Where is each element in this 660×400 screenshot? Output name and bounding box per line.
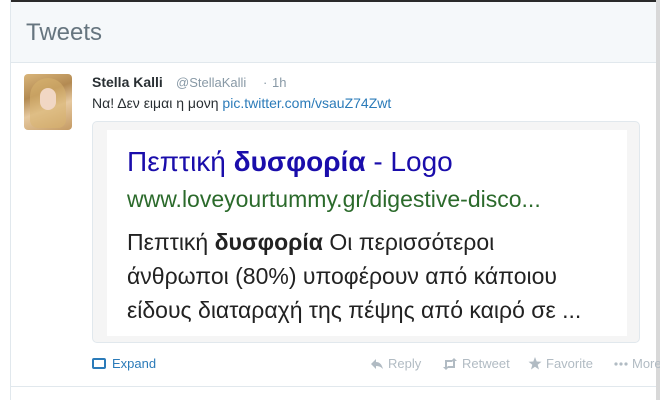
right-scroll-edge xyxy=(656,0,660,400)
meta-separator: · xyxy=(263,75,268,90)
card-title-part2: - Logo xyxy=(373,146,453,177)
reply-button[interactable]: Reply xyxy=(370,356,421,371)
favorite-label: Favorite xyxy=(546,356,593,371)
card-desc-line-2: άνθρωποι (80%) υποφέρουν από κάποιου xyxy=(127,263,557,289)
avatar-face xyxy=(40,88,56,110)
card-desc-part2: Οι περισσότεροι xyxy=(329,229,495,255)
card-url: www.loveyourtummy.gr/digestive-disco... xyxy=(127,186,541,212)
author-name[interactable]: Stella Kalli xyxy=(92,74,163,90)
retweet-label: Retweet xyxy=(462,356,510,371)
card-title-bold: δυσφορία xyxy=(233,146,366,177)
left-gutter xyxy=(0,0,11,400)
favorite-button[interactable]: Favorite xyxy=(528,356,593,371)
card-desc-line-1: Πεπτική δυσφορία Οι περισσότεροι xyxy=(127,225,627,259)
photo-icon xyxy=(92,358,106,369)
more-label: More xyxy=(632,356,660,371)
tweet-body: Να! Δεν ειμαι η μονη xyxy=(92,95,219,111)
tweet-media-link[interactable]: pic.twitter.com/vsauZ74Zwt xyxy=(222,95,391,111)
reply-label: Reply xyxy=(388,356,422,371)
retweet-button[interactable]: Retweet xyxy=(442,356,510,371)
card-desc-bold: δυσφορία xyxy=(214,229,323,255)
star-icon xyxy=(528,357,542,370)
expand-button[interactable]: Expand xyxy=(92,356,156,371)
card-desc-line-3: είδους διαταραχή της πέψης από καιρό σε … xyxy=(127,297,582,323)
tweet-text: Να! Δεν ειμαι η μονη pic.twitter.com/vsa… xyxy=(92,95,391,111)
author-handle[interactable]: @StellaKalli xyxy=(176,75,246,90)
card-title: Πεπτική δυσφορία - Logo xyxy=(127,146,453,178)
tweet-media-preview[interactable]: Πεπτική δυσφορία - Logo www.loveyourtumm… xyxy=(92,121,640,343)
card-desc-part1: Πεπτική xyxy=(127,229,209,255)
avatar[interactable] xyxy=(24,74,72,130)
tweet-divider xyxy=(11,386,656,387)
more-button[interactable]: More xyxy=(614,356,660,371)
page-title: Tweets xyxy=(26,19,103,46)
expand-label: Expand xyxy=(112,356,157,371)
reply-icon xyxy=(371,359,383,369)
retweet-icon xyxy=(443,358,457,370)
more-icon xyxy=(614,362,628,366)
timeline-header: Tweets xyxy=(11,2,656,63)
media-card: Πεπτική δυσφορία - Logo www.loveyourtumm… xyxy=(107,130,627,336)
tweet-timestamp[interactable]: 1h xyxy=(272,75,286,90)
card-description: Πεπτική δυσφορία Οι περισσότεροι άνθρωπο… xyxy=(127,225,627,327)
tweet-actions: Expand Reply Retweet Favorite More xyxy=(92,356,660,378)
card-title-part1: Πεπτική xyxy=(127,146,226,177)
